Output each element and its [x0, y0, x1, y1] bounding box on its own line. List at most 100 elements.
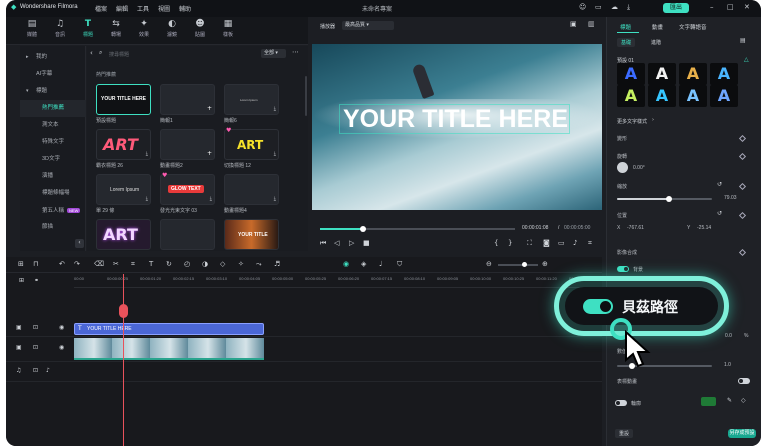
tab-templates[interactable]: ▦ 樣板	[216, 20, 240, 39]
chevron-left-icon[interactable]: ‹	[90, 50, 93, 57]
eye-icon[interactable]: ◉	[59, 345, 64, 351]
keyframe-icon[interactable]	[738, 248, 747, 257]
shield-icon[interactable]: ⛉	[397, 261, 402, 268]
ai-icon[interactable]: ✧	[238, 261, 244, 268]
add-icon[interactable]: +	[207, 106, 212, 112]
asset-thumb-art-neon[interactable]: ART	[96, 219, 151, 250]
sidebar-item-mine[interactable]: ▸ 我的	[20, 49, 86, 66]
lock-icon[interactable]: ⊡	[33, 368, 38, 374]
fullscreen-icon[interactable]: ⛶	[527, 240, 532, 247]
snapshot-icon[interactable]: ▣	[570, 21, 577, 28]
pos-x-value[interactable]: -767.61	[627, 225, 644, 231]
menu-tools[interactable]: 工具	[137, 4, 149, 13]
menu-edit[interactable]: 編輯	[116, 4, 128, 13]
chevron-up-icon[interactable]: △	[744, 57, 749, 63]
zoom-in-icon[interactable]: ⊕	[542, 261, 548, 268]
audio-icon[interactable]: ♬	[274, 261, 280, 268]
style-preset-7[interactable]: A	[679, 85, 707, 107]
progress-handle[interactable]	[359, 226, 366, 232]
step-back-icon[interactable]: ⏮	[320, 240, 326, 247]
style-preset-6[interactable]: A	[648, 85, 676, 107]
keyframe-icon[interactable]: ◇	[741, 398, 746, 404]
motion-icon[interactable]: ⤳	[256, 261, 262, 268]
more-icon[interactable]: ⋯	[292, 49, 299, 56]
pos-y-value[interactable]: -25.14	[697, 225, 711, 231]
style-preset-5[interactable]: A	[617, 85, 645, 107]
asset-thumb-blank[interactable]	[160, 219, 215, 250]
download-icon[interactable]: ⤓	[627, 4, 630, 11]
video-preview[interactable]: YOUR TITLE HERE	[312, 44, 602, 210]
cloud-icon[interactable]: ☁	[611, 4, 618, 11]
eyedropper-icon[interactable]: ✎	[727, 398, 732, 404]
render-icon[interactable]: ◉	[343, 261, 349, 268]
tab-titles[interactable]: T 標題	[76, 20, 100, 39]
monitor-icon[interactable]: ▭	[595, 4, 602, 11]
crop-icon[interactable]: ⌗	[588, 240, 592, 247]
keyframe-icon[interactable]	[738, 134, 747, 143]
add-icon[interactable]: +	[207, 151, 212, 157]
tab-title[interactable]: 標題	[620, 23, 631, 31]
speed-value[interactable]: 1.0	[724, 362, 731, 368]
display-icon[interactable]: ▭	[558, 240, 565, 247]
progress-track[interactable]	[320, 226, 515, 232]
rotate-dial[interactable]	[617, 162, 628, 173]
minimize-icon[interactable]: –	[710, 4, 714, 11]
title-selection-box[interactable]: YOUR TITLE HERE	[339, 104, 570, 134]
crop-icon[interactable]: ⌗	[131, 261, 135, 268]
tab-transitions[interactable]: ⇆ 轉場	[104, 20, 128, 39]
delete-icon[interactable]: ⌫	[94, 261, 104, 268]
menu-view[interactable]: 視圖	[158, 4, 170, 13]
user-icon[interactable]: ☺	[579, 4, 586, 11]
volume-icon[interactable]: ♪	[573, 240, 577, 247]
asset-thumb-brief1[interactable]: +	[160, 84, 215, 115]
asset-thumb-your-title[interactable]: YOUR TITLE	[224, 219, 279, 250]
tab-audio[interactable]: ♫ 音訊	[48, 20, 72, 39]
bezier-path-toggle[interactable]	[583, 299, 613, 314]
tab-stickers[interactable]: ☻ 貼圖	[188, 20, 212, 39]
keyframe-icon[interactable]	[738, 152, 747, 161]
maximize-icon[interactable]: □	[727, 4, 734, 11]
save-preset-button[interactable]: 另存成預設	[728, 429, 756, 438]
add-track-icon[interactable]: ⊞	[19, 278, 24, 284]
playhead-handle[interactable]	[118, 304, 128, 318]
mic-icon[interactable]: ♩	[379, 261, 382, 268]
sidebar-item-text[interactable]: 測文本	[20, 117, 86, 134]
rotate-value[interactable]: 0.00°	[633, 165, 645, 171]
opacity-value[interactable]: 0.0	[725, 333, 732, 339]
video-clip[interactable]	[74, 338, 264, 360]
tab-media[interactable]: ▤ 媒體	[20, 20, 44, 39]
download-icon[interactable]: ⤓	[274, 107, 276, 112]
asset-thumb-brief6[interactable]: Lorem Ipsum ⤓	[224, 84, 279, 115]
tab-animation[interactable]: 動畫	[652, 23, 663, 31]
tab-filters[interactable]: ◐ 濾鏡	[160, 20, 184, 39]
scale-slider-handle[interactable]	[666, 196, 673, 202]
style-preset-4[interactable]: A	[710, 63, 738, 85]
split-icon[interactable]: ✂	[113, 261, 119, 268]
zoom-out-icon[interactable]: ⊖	[486, 261, 492, 268]
subtab-advanced[interactable]: 進階	[647, 38, 665, 47]
sidebar-item-ai-captions[interactable]: AI字幕	[20, 66, 86, 83]
asset-thumb-animated2[interactable]: +	[160, 129, 215, 160]
style-preset-1[interactable]: A	[617, 63, 645, 85]
scale-value[interactable]: 79.03	[724, 195, 737, 201]
mark-out-icon[interactable]: }	[508, 240, 512, 247]
sidebar-item-broadcast[interactable]: 演播	[20, 168, 86, 185]
reset-button[interactable]: 重設	[615, 429, 634, 438]
speed-icon[interactable]: ◴	[184, 261, 190, 268]
asset-thumb-art-26[interactable]: ART ⤓	[96, 129, 151, 160]
style-preset-8[interactable]: A	[710, 85, 738, 107]
zoom-handle[interactable]	[522, 262, 527, 267]
rotate-icon[interactable]: ↻	[166, 261, 172, 268]
marker-icon[interactable]: ◈	[361, 261, 366, 268]
keyframe-icon[interactable]: ◇	[220, 261, 225, 268]
playhead[interactable]	[118, 274, 128, 446]
save-preset-icon[interactable]: ▤	[740, 38, 746, 44]
mark-in-icon[interactable]: {	[494, 240, 498, 247]
sidebar-item-titles[interactable]: ▾ 標題	[20, 83, 86, 100]
style-preset-2[interactable]: A	[648, 63, 676, 85]
border-color-swatch[interactable]	[701, 397, 716, 406]
title-clip[interactable]: T YOUR TITLE HERE	[74, 323, 264, 335]
export-button[interactable]: 匯出	[663, 3, 689, 13]
download-icon[interactable]: ⤓	[210, 197, 212, 202]
tab-effects[interactable]: ✦ 效果	[132, 20, 156, 39]
